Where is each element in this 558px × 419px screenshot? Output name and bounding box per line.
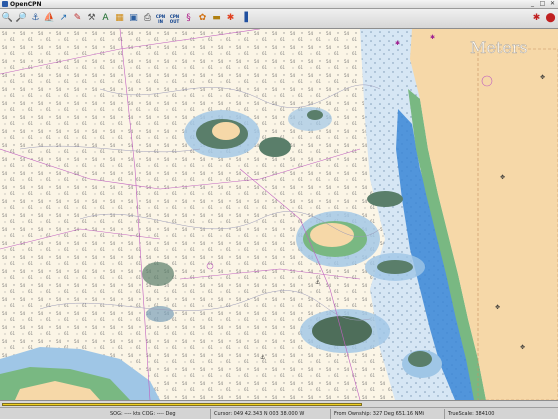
nautical-chart[interactable]: 54 61 [0, 29, 558, 400]
route-manager-icon[interactable]: § [183, 12, 194, 25]
window-title: OpenCPN [10, 1, 42, 8]
status-sog-cog: SOG: ---- kts COG: ---- Deg [110, 411, 176, 417]
svg-text:✥: ✥ [540, 74, 545, 81]
print-icon[interactable]: ⎙ [142, 12, 153, 25]
title-bar: OpenCPN _ □ ✕ [0, 0, 558, 9]
cpn-out-button[interactable]: CPN OUT [169, 12, 180, 25]
svg-text:⚓: ⚓ [315, 279, 320, 286]
status-from-ownship: From Ownship: 327 Deg 651.16 NMi [334, 411, 425, 417]
svg-text:✥: ✥ [495, 304, 500, 311]
text-icon[interactable]: A [100, 12, 111, 25]
svg-text:⚓: ⚓ [260, 354, 265, 361]
status-bar: SOG: ---- kts COG: ---- Deg Cursor: 049 … [0, 407, 558, 419]
help-icon[interactable]: ▐ [239, 12, 250, 25]
close-button[interactable]: ✕ [549, 1, 556, 7]
tools-icon[interactable]: ⚒ [86, 12, 97, 25]
status-divider [210, 409, 211, 419]
scale-fill [2, 403, 362, 406]
minimize-button[interactable]: _ [529, 1, 536, 7]
svg-text:✱: ✱ [430, 34, 435, 41]
scale-in-icon[interactable]: ⚓ [30, 12, 41, 25]
mob-icon[interactable]: ✱ [225, 12, 236, 25]
svg-text:✥: ✥ [500, 174, 505, 181]
settings-right-icon[interactable]: ✱ [531, 12, 542, 25]
follow-icon[interactable]: ✎ [72, 12, 83, 25]
status-cursor: Cursor: 049 42.343 N 003 38.000 W [214, 411, 305, 417]
colorscheme-icon[interactable]: ▬ [211, 12, 222, 25]
alert-right-icon[interactable]: ⬤ [545, 12, 556, 25]
chart-scale-bar [0, 400, 558, 407]
current-icon[interactable]: ▣ [128, 12, 139, 25]
zoom-in-icon[interactable]: 🔍 [2, 12, 13, 25]
app-icon [2, 1, 8, 7]
route-icon[interactable]: ↗ [58, 12, 69, 25]
status-divider [330, 409, 331, 419]
units-watermark: Meters [470, 38, 528, 57]
chart-canvas[interactable]: 54 61 [0, 29, 558, 400]
cpn-in-button[interactable]: CPN IN [155, 12, 166, 25]
zoom-out-icon[interactable]: 🔎 [16, 12, 27, 25]
status-divider [444, 409, 445, 419]
scale-out-icon[interactable]: ⛵ [44, 12, 55, 25]
svg-text:✥: ✥ [520, 344, 525, 351]
window-controls: _ □ ✕ [529, 1, 556, 7]
svg-text:✱: ✱ [395, 40, 400, 47]
tide-icon[interactable]: ▦ [114, 12, 125, 25]
main-toolbar: 🔍 🔎 ⚓ ⛵ ↗ ✎ ⚒ A ▦ ▣ ⎙ CPN IN CPN OUT § ✿… [0, 9, 558, 29]
track-icon[interactable]: ✿ [197, 12, 208, 25]
status-scale: TrueScale: 384100 [448, 411, 495, 417]
maximize-button[interactable]: □ [539, 1, 546, 7]
